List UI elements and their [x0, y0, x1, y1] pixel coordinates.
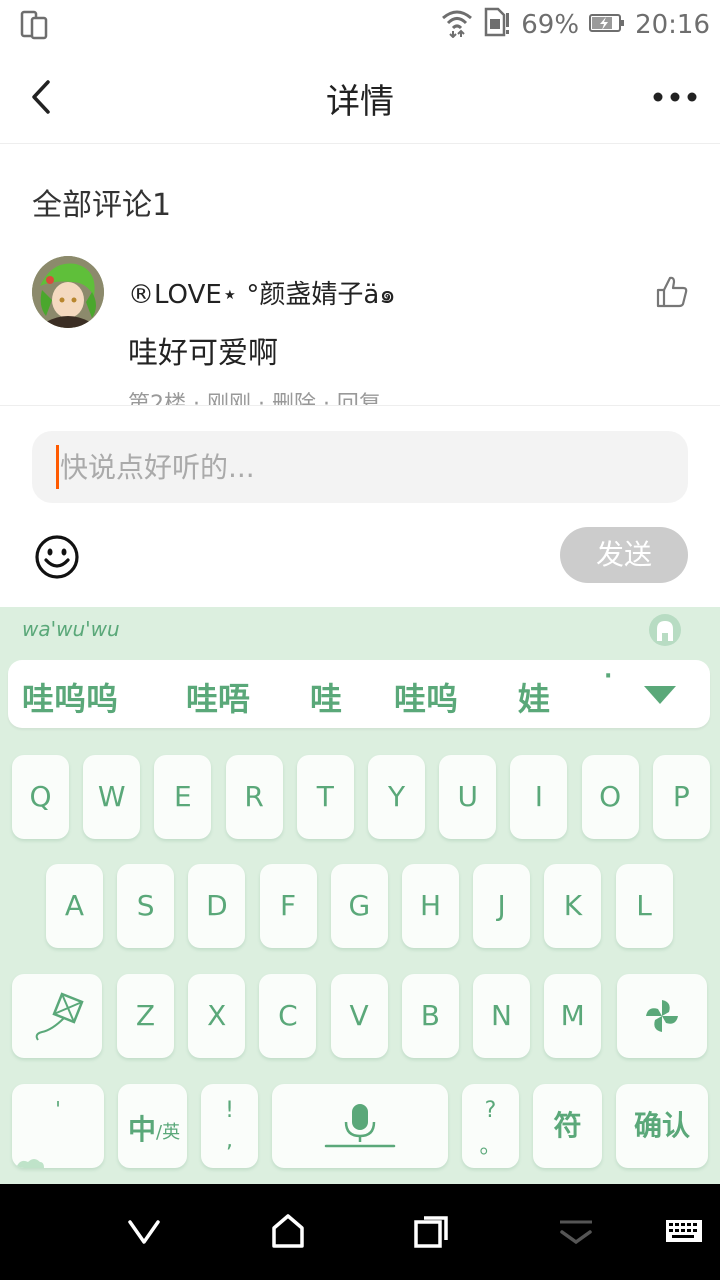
- wifi-icon: [441, 6, 473, 45]
- key-p[interactable]: P: [652, 755, 710, 839]
- language-toggle-key[interactable]: 中 /英: [118, 1084, 187, 1168]
- key-f[interactable]: F: [259, 864, 317, 948]
- key-h[interactable]: H: [402, 864, 459, 948]
- key-r[interactable]: R: [225, 755, 283, 839]
- comments-count-heading: 全部评论1: [32, 188, 172, 223]
- key-m[interactable]: M: [544, 974, 602, 1058]
- exclamation-comma-key[interactable]: ! ,: [201, 1084, 258, 1168]
- space-voice-key[interactable]: [272, 1084, 448, 1168]
- comment-text: 哇好可爱啊: [128, 336, 278, 371]
- candidate-6[interactable]: ·: [604, 664, 612, 689]
- key-e[interactable]: E: [154, 755, 212, 839]
- battery-level: 69%: [521, 10, 580, 40]
- comment-input[interactable]: [60, 439, 660, 495]
- key-l[interactable]: L: [615, 864, 673, 948]
- key-w[interactable]: W: [83, 755, 141, 839]
- system-navigation-bar: [0, 1184, 720, 1280]
- emoji-icon[interactable]: [34, 534, 80, 580]
- expand-candidates-icon[interactable]: [640, 682, 680, 710]
- candidate-1[interactable]: 哇呜呜: [22, 674, 118, 720]
- key-s[interactable]: S: [117, 864, 175, 948]
- candidate-4[interactable]: 哇呜: [394, 674, 458, 720]
- candidate-bar: 哇呜呜 哇唔 哇 哇呜 娃 ·: [8, 660, 710, 728]
- send-button[interactable]: 发送: [560, 527, 688, 583]
- keyboard-brand-icon[interactable]: [648, 613, 682, 647]
- key-j[interactable]: J: [473, 864, 531, 948]
- more-options-icon[interactable]: [652, 80, 698, 114]
- status-bar: 69% 20:16: [0, 0, 720, 50]
- keyboard-switch-icon[interactable]: [662, 1208, 710, 1256]
- comment-composer: 发送: [0, 405, 720, 607]
- comment-meta: 第2楼 · 刚刚 · 删除 · 回复: [128, 392, 381, 405]
- text-cursor: [56, 445, 59, 489]
- key-x[interactable]: X: [188, 974, 246, 1058]
- soft-keyboard: wa'wu'wu 哇呜呜 哇唔 哇 哇呜 娃 · ' 中 /英 ! , ? 。 …: [0, 607, 720, 1184]
- candidate-2[interactable]: 哇唔: [186, 674, 250, 720]
- key-g[interactable]: G: [330, 864, 388, 948]
- key-b[interactable]: B: [401, 974, 459, 1058]
- page-title: 详情: [326, 82, 394, 122]
- comment-input-box[interactable]: [32, 431, 688, 503]
- thumbs-up-icon[interactable]: [654, 274, 690, 310]
- pinyin-composition: wa'wu'wu: [22, 617, 120, 641]
- key-t[interactable]: T: [296, 755, 354, 839]
- clock: 20:16: [635, 10, 710, 40]
- nav-home-icon[interactable]: [264, 1208, 312, 1256]
- pinwheel-key[interactable]: [617, 974, 707, 1058]
- confirm-key[interactable]: 确认: [616, 1084, 708, 1168]
- nav-back-icon[interactable]: [120, 1208, 168, 1256]
- key-c[interactable]: C: [259, 974, 317, 1058]
- top-app-bar: 详情: [0, 50, 720, 144]
- comma-key[interactable]: ': [12, 1084, 104, 1168]
- key-y[interactable]: Y: [368, 755, 425, 839]
- comment-username[interactable]: ®LOVE⋆ °颜盏婧子ä๑: [128, 274, 396, 315]
- candidate-3[interactable]: 哇: [310, 674, 342, 720]
- sim-icon: [483, 7, 511, 44]
- candidate-5[interactable]: 娃: [518, 674, 550, 720]
- key-a[interactable]: A: [46, 864, 103, 948]
- key-d[interactable]: D: [188, 864, 246, 948]
- avatar[interactable]: [32, 256, 104, 328]
- key-v[interactable]: V: [330, 974, 388, 1058]
- symbols-key[interactable]: 符: [533, 1084, 602, 1168]
- nav-recents-icon[interactable]: [408, 1208, 456, 1256]
- comment-item: ®LOVE⋆ °颜盏婧子ä๑ 哇好可爱啊 第2楼 · 刚刚 · 删除 · 回复: [0, 250, 720, 405]
- kite-key[interactable]: [12, 974, 102, 1058]
- key-k[interactable]: K: [544, 864, 602, 948]
- screen: 69% 20:16 详情 全部评论1 ®LOVE⋆ °颜盏婧子ä๑ 哇好可爱啊 …: [0, 0, 720, 1280]
- key-i[interactable]: I: [510, 755, 568, 839]
- key-n[interactable]: N: [473, 974, 530, 1058]
- device-mode-icon: [20, 10, 48, 44]
- key-u[interactable]: U: [439, 755, 497, 839]
- hide-keyboard-icon[interactable]: [552, 1208, 600, 1256]
- battery-charging-icon: [589, 10, 625, 40]
- question-period-key[interactable]: ? 。: [462, 1084, 519, 1168]
- key-q[interactable]: Q: [12, 755, 69, 839]
- key-z[interactable]: Z: [117, 974, 174, 1058]
- key-o[interactable]: O: [581, 755, 639, 839]
